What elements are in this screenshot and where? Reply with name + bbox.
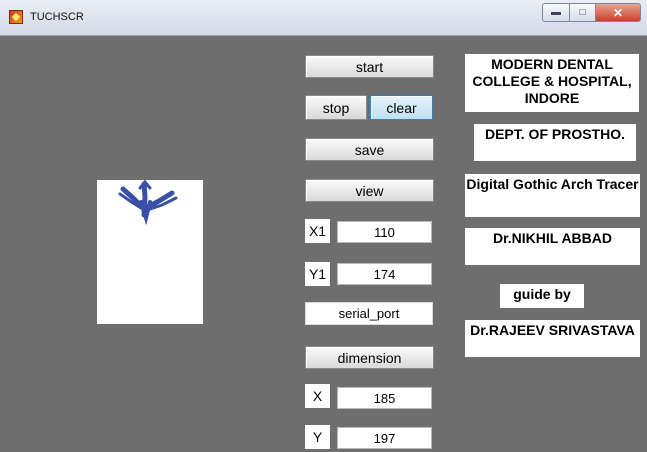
x1-value-field[interactable]: 110	[337, 221, 432, 243]
stop-button[interactable]: stop	[305, 95, 367, 120]
serial-port-field[interactable]: serial_port	[305, 302, 433, 325]
x1-label: X1	[305, 219, 330, 243]
maximize-icon: □	[579, 7, 586, 18]
start-button[interactable]: start	[305, 55, 434, 78]
department-label: DEPT. OF PROSTHO.	[474, 124, 636, 161]
guide-name-label: Dr.RAJEEV SRIVASTAVA	[465, 320, 640, 357]
save-button[interactable]: save	[305, 138, 434, 161]
y-label: Y	[305, 425, 330, 449]
window-title: TUCHSCR	[30, 11, 84, 23]
guide-by-label: guide by	[500, 284, 584, 308]
window-controls: ▬ □ ✕	[542, 3, 641, 23]
project-title-label: Digital Gothic Arch Tracer	[465, 174, 640, 217]
college-name-label: MODERN DENTAL COLLEGE & HOSPITAL, INDORE	[465, 54, 639, 112]
x-value-field[interactable]: 185	[337, 387, 432, 409]
view-button[interactable]: view	[305, 179, 434, 202]
dimension-button[interactable]: dimension	[305, 346, 434, 369]
maximize-button[interactable]: □	[570, 3, 596, 22]
matlab-figure-icon	[9, 10, 23, 24]
title-bar: TUCHSCR ▬ □ ✕	[0, 0, 647, 36]
y-value-field[interactable]: 197	[337, 427, 432, 449]
y1-label: Y1	[305, 262, 330, 286]
y1-value-field[interactable]: 174	[337, 263, 432, 285]
minimize-icon: ▬	[551, 7, 561, 18]
x-label: X	[305, 384, 330, 408]
gothic-arch-trace	[118, 179, 178, 226]
author-label: Dr.NIKHIL ABBAD	[465, 228, 640, 265]
tracing-plot-area[interactable]	[97, 179, 203, 324]
clear-button[interactable]: clear	[370, 95, 433, 120]
close-button[interactable]: ✕	[596, 3, 641, 22]
minimize-button[interactable]: ▬	[542, 3, 570, 22]
close-icon: ✕	[612, 5, 624, 20]
